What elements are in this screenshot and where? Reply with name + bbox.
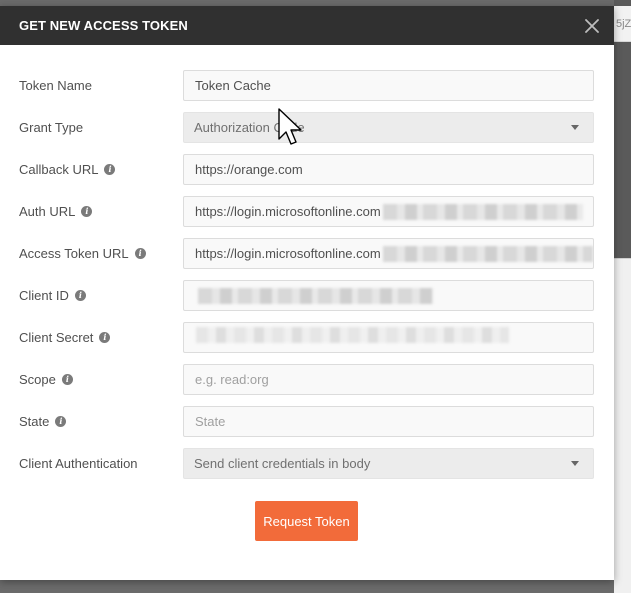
chevron-down-icon: [571, 461, 579, 466]
client-secret-row: Client Secret i: [0, 322, 614, 364]
info-icon[interactable]: i: [134, 248, 146, 259]
grant-type-select[interactable]: Authorization Code: [183, 112, 594, 143]
background-tab-text: 5jZ: [616, 18, 631, 30]
close-icon[interactable]: [582, 16, 602, 36]
info-icon[interactable]: i: [81, 206, 93, 217]
state-label-text: State: [19, 414, 50, 429]
modal-header: GET NEW ACCESS TOKEN: [0, 6, 614, 45]
redacted-block: [198, 288, 433, 304]
client-authentication-row: Client Authentication Send client creden…: [0, 448, 614, 490]
client-id-input[interactable]: [183, 280, 594, 311]
auth-url-input[interactable]: https://login.microsoftonline.com: [183, 196, 594, 227]
info-icon[interactable]: i: [61, 374, 73, 385]
scope-label: Scope i: [19, 364, 73, 395]
client-secret-label-text: Client Secret: [19, 330, 94, 345]
scope-label-text: Scope: [19, 372, 56, 387]
chevron-down-icon: [571, 125, 579, 130]
client-authentication-label: Client Authentication: [19, 448, 138, 479]
background-tab: 5jZ: [614, 6, 631, 42]
grant-type-label: Grant Type: [19, 112, 83, 143]
redacted-block: [196, 327, 509, 343]
callback-url-label-text: Callback URL: [19, 162, 99, 177]
token-name-label: Token Name: [19, 70, 92, 101]
info-icon[interactable]: i: [99, 332, 111, 343]
token-name-label-text: Token Name: [19, 78, 92, 93]
request-token-button[interactable]: Request Token: [255, 501, 358, 541]
redacted-block: [383, 204, 583, 220]
access-token-url-row: Access Token URL i https://login.microsof…: [0, 238, 614, 280]
background-panel: [614, 258, 631, 593]
modal-title: GET NEW ACCESS TOKEN: [19, 18, 188, 33]
client-secret-input[interactable]: [183, 322, 594, 353]
client-id-label: Client ID i: [19, 280, 86, 311]
submit-area: Request Token: [255, 501, 358, 541]
callback-url-row: Callback URL i https://orange.com: [0, 154, 614, 196]
redacted-block: [383, 246, 593, 262]
access-token-url-value: https://login.microsoftonline.com: [195, 246, 381, 261]
token-form: Token Name Token Cache Grant Type Author…: [0, 45, 614, 490]
auth-url-row: Auth URL i https://login.microsoftonline.…: [0, 196, 614, 238]
client-id-row: Client ID i: [0, 280, 614, 322]
scope-input[interactable]: e.g. read:org: [183, 364, 594, 395]
state-label: State i: [19, 406, 67, 437]
client-authentication-label-text: Client Authentication: [19, 456, 138, 471]
access-token-url-label: Access Token URL i: [19, 238, 146, 269]
token-name-input[interactable]: Token Cache: [183, 70, 594, 101]
info-icon[interactable]: i: [104, 164, 116, 175]
client-secret-label: Client Secret i: [19, 322, 111, 353]
access-token-url-input[interactable]: https://login.microsoftonline.com: [183, 238, 594, 269]
grant-type-label-text: Grant Type: [19, 120, 84, 135]
auth-url-label: Auth URL i: [19, 196, 93, 227]
callback-url-label: Callback URL i: [19, 154, 116, 185]
grant-type-row: Grant Type Authorization Code: [0, 112, 614, 154]
scope-row: Scope i e.g. read:org: [0, 364, 614, 406]
access-token-modal: GET NEW ACCESS TOKEN Token Name Token Ca…: [0, 6, 614, 580]
client-id-label-text: Client ID: [19, 288, 69, 303]
state-input[interactable]: State: [183, 406, 594, 437]
info-icon[interactable]: i: [55, 416, 67, 427]
access-token-url-label-text: Access Token URL: [19, 246, 129, 261]
callback-url-input[interactable]: https://orange.com: [183, 154, 594, 185]
client-authentication-value: Send client credentials in body: [194, 456, 371, 471]
mouse-cursor-icon: [278, 108, 302, 145]
auth-url-label-text: Auth URL: [19, 204, 76, 219]
auth-url-value: https://login.microsoftonline.com: [195, 204, 381, 219]
state-row: State i State: [0, 406, 614, 448]
client-authentication-select[interactable]: Send client credentials in body: [183, 448, 594, 479]
token-name-row: Token Name Token Cache: [0, 70, 614, 112]
info-icon[interactable]: i: [74, 290, 86, 301]
